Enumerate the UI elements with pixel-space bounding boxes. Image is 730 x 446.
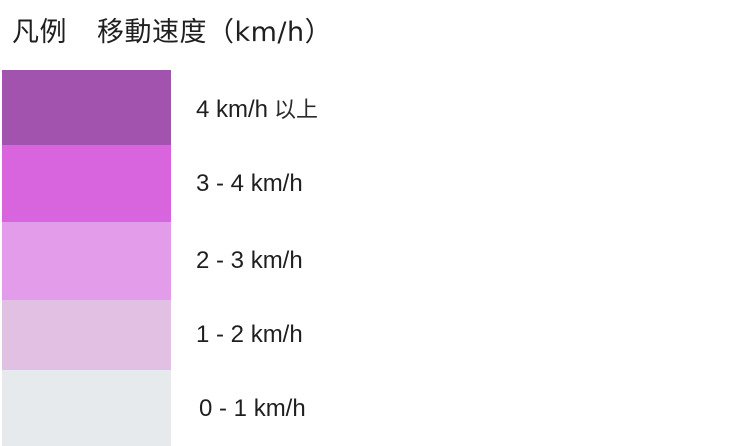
legend-label: 4 km/h 以上 xyxy=(196,92,318,124)
legend-swatch xyxy=(2,300,171,370)
legend-label: 1 - 2 km/h xyxy=(196,321,303,349)
legend-swatch xyxy=(2,70,171,145)
legend-label-text: 2 - 3 km/h xyxy=(196,247,303,274)
legend-label: 3 - 4 km/h xyxy=(196,170,303,198)
legend-title: 凡例 移動速度（km/h） xyxy=(12,14,332,52)
legend-label: 2 - 3 km/h xyxy=(196,247,303,275)
legend-title-main: 移動速度（km/h） xyxy=(97,17,333,48)
legend-item: 2 - 3 km/h xyxy=(2,222,730,300)
legend-item: 1 - 2 km/h xyxy=(2,300,730,370)
legend-item: 3 - 4 km/h xyxy=(2,145,730,222)
legend-label-text: 4 km/h xyxy=(196,95,269,123)
legend-items: 4 km/h 以上 3 - 4 km/h 2 - 3 km/h 1 - 2 km/… xyxy=(2,70,730,446)
speed-legend: 凡例 移動速度（km/h） 4 km/h 以上 3 - 4 km/h 2 - 3 k… xyxy=(0,0,730,446)
legend-label-text: 1 - 2 km/h xyxy=(196,321,303,348)
legend-title-prefix: 凡例 xyxy=(12,17,67,48)
legend-label-text: 3 - 4 km/h xyxy=(196,169,303,197)
legend-item: 4 km/h 以上 xyxy=(2,70,730,145)
legend-label: 0 - 1 km/h xyxy=(199,395,306,423)
legend-swatch xyxy=(2,370,171,446)
legend-label-suffix: 以上 xyxy=(274,97,319,123)
legend-item: 0 - 1 km/h xyxy=(2,370,730,446)
legend-swatch xyxy=(2,145,171,222)
legend-label-text: 0 - 1 km/h xyxy=(199,395,306,422)
legend-swatch xyxy=(2,222,171,300)
